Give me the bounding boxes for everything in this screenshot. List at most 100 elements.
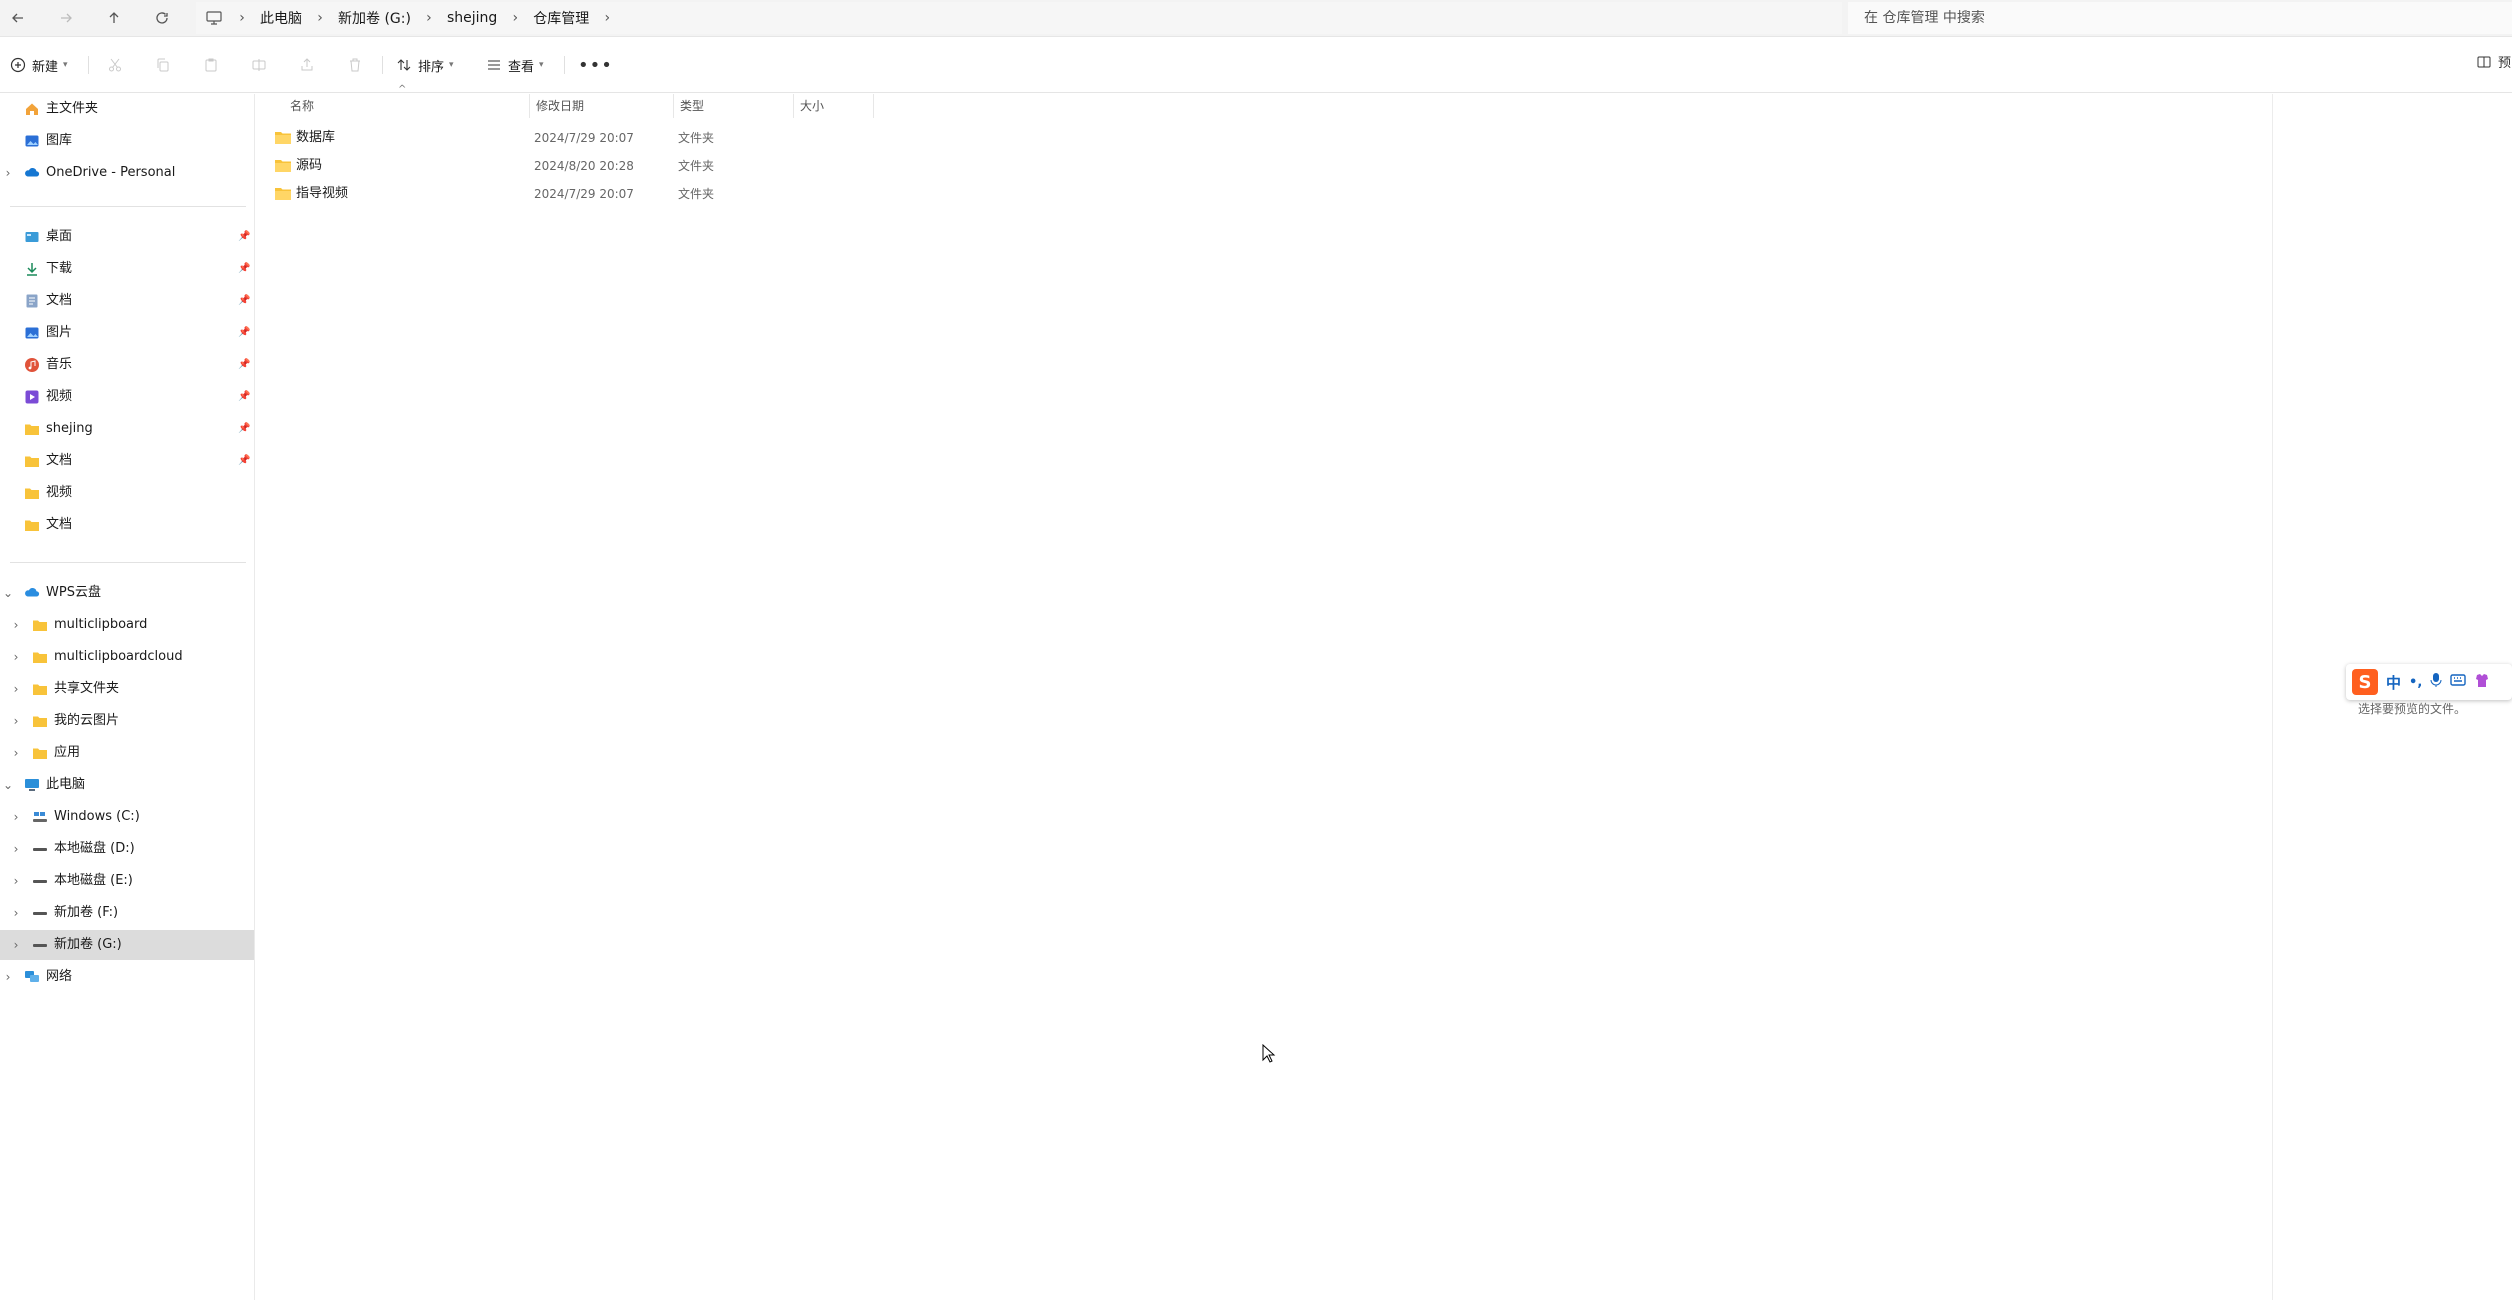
folder-icon	[24, 421, 40, 437]
delete-icon[interactable]	[340, 50, 370, 80]
file-name[interactable]: 数据库	[296, 124, 335, 152]
this-pc-icon[interactable]	[196, 11, 232, 25]
view-button[interactable]: 查看 ▾	[486, 50, 544, 80]
chevron-down-icon[interactable]: ⌄	[0, 578, 16, 608]
chevron-right-icon[interactable]: ›	[8, 834, 24, 864]
disk-drive-icon	[32, 937, 48, 953]
sidebar-item-drive-d[interactable]: › 本地磁盘 (D:)	[0, 834, 254, 864]
sidebar-item-gallery[interactable]: 图库	[0, 126, 254, 156]
forward-button[interactable]	[52, 4, 80, 32]
preview-pane-button[interactable]: 预	[2476, 52, 2511, 71]
column-header-name[interactable]: 名称	[280, 94, 530, 118]
chevron-right-icon[interactable]: ›	[8, 674, 24, 704]
toolbar-divider	[88, 56, 89, 74]
share-icon[interactable]	[292, 50, 322, 80]
navigation-pane: 主文件夹 图库 › OneDrive - Personal 桌面 📌 下载 📌 …	[0, 94, 255, 1300]
sidebar-item-onedrive[interactable]: › OneDrive - Personal	[0, 158, 254, 188]
column-header-size[interactable]: 大小	[794, 94, 874, 118]
sidebar-item-folder-documents-2[interactable]: 文档	[0, 510, 254, 540]
file-name[interactable]: 指导视频	[296, 180, 348, 208]
sidebar-label: shejing	[46, 421, 93, 436]
chevron-right-icon[interactable]: ›	[8, 866, 24, 896]
chevron-right-icon[interactable]: ›	[8, 930, 24, 960]
microphone-icon[interactable]	[2430, 672, 2442, 692]
sidebar-item-folder-videos[interactable]: 视频	[0, 478, 254, 508]
ime-toolbar[interactable]: S 中 •,	[2346, 664, 2512, 700]
new-label: 新建	[32, 59, 59, 75]
pin-icon: 📌	[238, 391, 251, 402]
search-input[interactable]	[1848, 10, 2512, 26]
keyboard-icon[interactable]	[2450, 673, 2466, 691]
ime-punctuation-toggle[interactable]: •,	[2409, 675, 2422, 690]
sidebar-item-documents[interactable]: 文档 📌	[0, 286, 254, 316]
file-date: 2024/7/29 20:07	[534, 187, 634, 201]
back-button[interactable]	[4, 4, 32, 32]
chevron-right-icon[interactable]: ›	[505, 10, 525, 26]
paste-icon[interactable]	[196, 50, 226, 80]
up-arrow-icon	[109, 12, 119, 23]
file-name[interactable]: 源码	[296, 152, 322, 180]
sidebar-item-shejing[interactable]: shejing 📌	[0, 414, 254, 444]
sidebar-item-drive-e[interactable]: › 本地磁盘 (E:)	[0, 866, 254, 896]
file-row[interactable]: 指导视频 2024/7/29 20:07 文件夹	[256, 180, 876, 208]
chevron-right-icon[interactable]: ›	[8, 610, 24, 640]
file-row[interactable]: 数据库 2024/7/29 20:07 文件夹	[256, 124, 876, 152]
copy-icon[interactable]	[148, 50, 178, 80]
sidebar-item-this-pc[interactable]: ⌄ 此电脑	[0, 770, 254, 800]
chevron-down-icon[interactable]: ⌄	[0, 770, 16, 800]
pin-icon: 📌	[238, 295, 251, 306]
column-header-type[interactable]: 类型	[674, 94, 794, 118]
chevron-right-icon[interactable]: ›	[8, 706, 24, 736]
sidebar-item-videos[interactable]: 视频 📌	[0, 382, 254, 412]
up-button[interactable]	[100, 4, 128, 32]
breadcrumb-shejing[interactable]: shejing	[439, 10, 505, 26]
preview-hint-text: 选择要预览的文件。	[2358, 702, 2467, 716]
sidebar-item-drive-f[interactable]: › 新加卷 (F:)	[0, 898, 254, 928]
new-button[interactable]: 新建 ▾	[10, 50, 68, 80]
sogou-logo-icon[interactable]: S	[2352, 669, 2378, 695]
chevron-right-icon[interactable]: ›	[310, 10, 330, 26]
chevron-right-icon[interactable]: ›	[597, 10, 617, 26]
sidebar-item-multiclipboard[interactable]: › multiclipboard	[0, 610, 254, 640]
sidebar-item-home[interactable]: 主文件夹	[0, 94, 254, 124]
refresh-button[interactable]	[148, 4, 176, 32]
folder-icon	[274, 130, 292, 148]
ime-mode-toggle[interactable]: 中	[2386, 672, 2401, 693]
file-type: 文件夹	[678, 187, 715, 201]
breadcrumb-this-pc[interactable]: 此电脑	[252, 8, 310, 28]
chevron-right-icon[interactable]: ›	[419, 10, 439, 26]
more-options-icon[interactable]: •••	[578, 50, 613, 80]
desktop-icon	[24, 229, 40, 245]
sidebar-item-shared-folder[interactable]: › 共享文件夹	[0, 674, 254, 704]
sidebar-item-network[interactable]: › 网络	[0, 962, 254, 992]
file-row[interactable]: 源码 2024/8/20 20:28 文件夹	[256, 152, 876, 180]
sidebar-item-downloads[interactable]: 下载 📌	[0, 254, 254, 284]
sidebar-item-pictures[interactable]: 图片 📌	[0, 318, 254, 348]
sidebar-item-music[interactable]: 音乐 📌	[0, 350, 254, 380]
chevron-right-icon[interactable]: ›	[8, 898, 24, 928]
sort-button[interactable]: 排序 ▾	[396, 50, 454, 80]
sidebar-item-folder-documents[interactable]: 文档 📌	[0, 446, 254, 476]
sidebar-label: 我的云图片	[54, 713, 120, 728]
breadcrumb-drive-g[interactable]: 新加卷 (G:)	[330, 8, 419, 28]
chevron-right-icon[interactable]: ›	[0, 962, 16, 992]
sidebar-item-my-cloud-pictures[interactable]: › 我的云图片	[0, 706, 254, 736]
sidebar-item-apps[interactable]: › 应用	[0, 738, 254, 768]
sidebar-item-drive-c[interactable]: › Windows (C:)	[0, 802, 254, 832]
skin-shirt-icon[interactable]	[2474, 672, 2490, 692]
rename-icon[interactable]	[244, 50, 274, 80]
sidebar-item-wps-cloud[interactable]: ⌄ WPS云盘	[0, 578, 254, 608]
sidebar-item-desktop[interactable]: 桌面 📌	[0, 222, 254, 252]
sidebar-item-multiclipboardcloud[interactable]: › multiclipboardcloud	[0, 642, 254, 672]
search-box[interactable]	[1848, 2, 2512, 34]
chevron-right-icon[interactable]: ›	[0, 158, 16, 188]
breadcrumb-current-folder[interactable]: 仓库管理	[525, 8, 597, 28]
sidebar-item-drive-g[interactable]: › 新加卷 (G:)	[0, 930, 254, 960]
chevron-right-icon[interactable]: ›	[8, 802, 24, 832]
column-header-date[interactable]: 修改日期	[530, 94, 674, 118]
chevron-right-icon[interactable]: ›	[8, 642, 24, 672]
breadcrumb[interactable]: › 此电脑 › 新加卷 (G:) › shejing › 仓库管理 ›	[196, 2, 1842, 34]
chevron-right-icon[interactable]: ›	[8, 738, 24, 768]
sidebar-label: multiclipboard	[54, 617, 148, 632]
cut-icon[interactable]	[100, 50, 130, 80]
